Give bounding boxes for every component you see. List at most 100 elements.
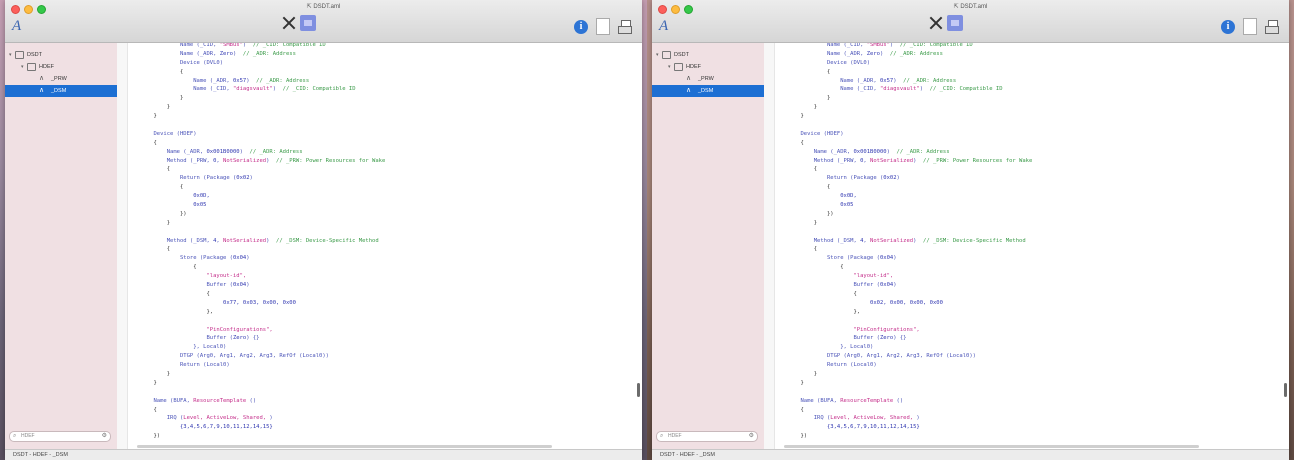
code-line[interactable]: Return (Package (0x02) <box>127 174 634 183</box>
code-line[interactable]: { <box>774 183 1281 192</box>
code-line[interactable]: Name (_ADR, 0x001B0000) // _ADR: Address <box>127 148 634 157</box>
code-line[interactable]: { <box>127 68 634 77</box>
code-line[interactable]: { <box>774 68 1281 77</box>
code-line[interactable]: 0x77, 0x03, 0x00, 0x00 <box>127 299 634 308</box>
code-line[interactable]: { <box>127 263 634 272</box>
vertical-scrollbar[interactable] <box>1283 43 1288 444</box>
code-line[interactable]: { <box>774 406 1281 415</box>
code-line[interactable]: } <box>127 112 634 121</box>
code-line[interactable]: 0x05 <box>774 201 1281 210</box>
code-line[interactable]: { <box>774 290 1281 299</box>
code-line[interactable]: Device (HDEF) <box>774 130 1281 139</box>
code-line[interactable]: } <box>774 219 1281 228</box>
code-line[interactable]: { <box>774 165 1281 174</box>
code-line[interactable] <box>127 228 634 237</box>
code-line[interactable]: "PinConfigurations", <box>127 326 634 335</box>
code-line[interactable]: Name (_CID, "diagsvault") // _CID: Compa… <box>774 85 1281 94</box>
tree-item[interactable]: ▾ HDEF <box>5 61 117 73</box>
code-line[interactable]: {3,4,5,6,7,9,10,11,12,14,15} <box>127 423 634 432</box>
code-line[interactable]: Name (_ADR, 0x57) // _ADR: Address <box>774 77 1281 86</box>
gear-icon[interactable]: ⚙ <box>749 432 754 441</box>
code-line[interactable]: { <box>127 406 634 415</box>
code-line[interactable]: Name (_ADR, Zero) // _ADR: Address <box>127 50 634 59</box>
code-line[interactable]: } <box>774 103 1281 112</box>
code-line[interactable]: } <box>127 370 634 379</box>
search-input[interactable]: HDEF <box>21 432 35 441</box>
compile-tools-icon[interactable] <box>282 15 296 31</box>
code-line[interactable]: Method (_DSM, 4, NotSerialized) // _DSM:… <box>774 237 1281 246</box>
search-field[interactable]: ⌕ HDEF ⚙ <box>9 431 111 442</box>
code-line[interactable]: { <box>127 165 634 174</box>
code-line[interactable]: Return (Package (0x02) <box>774 174 1281 183</box>
code-line[interactable]: }, <box>127 308 634 317</box>
code-line[interactable]: 0x02, 0x00, 0x00, 0x00 <box>774 299 1281 308</box>
code-line[interactable]: { <box>127 290 634 299</box>
code-line[interactable]: } <box>774 94 1281 103</box>
code-line[interactable]: Name (BUFA, ResourceTemplate () <box>127 397 634 406</box>
code-line[interactable]: Store (Package (0x04) <box>774 254 1281 263</box>
code-line[interactable]: { <box>774 263 1281 272</box>
code-line[interactable]: Store (Package (0x04) <box>127 254 634 263</box>
code-line[interactable]: Name (_ADR, 0x001B0000) // _ADR: Address <box>774 148 1281 157</box>
document-icon[interactable] <box>1243 18 1257 35</box>
document-icon[interactable] <box>596 18 610 35</box>
code-text[interactable]: Name (_CID, "SMBus") // _CID: Compatible… <box>774 43 1281 441</box>
code-line[interactable]: DTGP (Arg0, Arg1, Arg2, Arg3, RefOf (Loc… <box>774 352 1281 361</box>
code-line[interactable]: }, <box>774 308 1281 317</box>
print-icon[interactable] <box>1265 19 1279 34</box>
code-line[interactable]: IRQ (Level, ActiveLow, Shared, ) <box>774 414 1281 423</box>
code-line[interactable]: } <box>127 379 634 388</box>
gear-icon[interactable]: ⚙ <box>102 432 107 441</box>
code-line[interactable]: Name (_ADR, Zero) // _ADR: Address <box>774 50 1281 59</box>
code-line[interactable]: Return (Local0) <box>127 361 634 370</box>
code-editor[interactable]: Name (_CID, "SMBus") // _CID: Compatible… <box>127 43 634 444</box>
compile-tools-icon[interactable] <box>929 15 943 31</box>
search-field[interactable]: ⌕ HDEF ⚙ <box>656 431 758 442</box>
scroll-thumb[interactable] <box>137 445 552 448</box>
code-line[interactable] <box>127 388 634 397</box>
code-line[interactable]: }, Local0) <box>774 343 1281 352</box>
code-line[interactable]: } <box>127 219 634 228</box>
patch-icon[interactable] <box>300 15 316 31</box>
code-line[interactable] <box>127 121 634 130</box>
code-line[interactable]: { <box>127 245 634 254</box>
code-line[interactable]: { <box>127 139 634 148</box>
code-line[interactable]: Device (DVL0) <box>127 59 634 68</box>
code-line[interactable]: { <box>127 183 634 192</box>
code-line[interactable]: "layout-id", <box>774 272 1281 281</box>
code-line[interactable]: Buffer (Zero) {} <box>774 334 1281 343</box>
code-line[interactable]: }) <box>774 432 1281 441</box>
code-line[interactable]: 0x0D, <box>127 192 634 201</box>
code-line[interactable]: { <box>774 245 1281 254</box>
scroll-thumb[interactable] <box>1284 383 1287 397</box>
code-editor[interactable]: Name (_CID, "SMBus") // _CID: Compatible… <box>774 43 1281 444</box>
tree-item[interactable]: ∧ _DSM <box>652 85 764 97</box>
code-line[interactable]: "layout-id", <box>127 272 634 281</box>
scroll-thumb[interactable] <box>637 383 640 397</box>
info-icon[interactable]: i <box>574 19 588 34</box>
code-line[interactable]: {3,4,5,6,7,9,10,11,12,14,15} <box>774 423 1281 432</box>
code-line[interactable]: Device (HDEF) <box>127 130 634 139</box>
code-line[interactable]: 0x0D, <box>774 192 1281 201</box>
code-line[interactable]: Buffer (Zero) {} <box>127 334 634 343</box>
code-line[interactable]: Buffer (0x04) <box>774 281 1281 290</box>
code-line[interactable]: 0x05 <box>127 201 634 210</box>
code-line[interactable]: Return (Local0) <box>774 361 1281 370</box>
code-line[interactable] <box>774 121 1281 130</box>
tree-item[interactable]: ∧ _PRW <box>652 73 764 85</box>
code-line[interactable]: Name (_CID, "SMBus") // _CID: Compatible… <box>127 43 634 50</box>
code-line[interactable]: Device (DVL0) <box>774 59 1281 68</box>
font-icon[interactable]: A <box>659 18 668 35</box>
info-icon[interactable]: i <box>1221 19 1235 34</box>
vertical-scrollbar[interactable] <box>636 43 641 444</box>
scroll-thumb[interactable] <box>784 445 1199 448</box>
code-line[interactable]: { <box>774 139 1281 148</box>
code-line[interactable]: }) <box>127 210 634 219</box>
code-line[interactable]: Name (_CID, "diagsvault") // _CID: Compa… <box>127 85 634 94</box>
code-line[interactable]: } <box>774 379 1281 388</box>
code-line[interactable]: Name (_ADR, 0x57) // _ADR: Address <box>127 77 634 86</box>
font-icon[interactable]: A <box>12 18 21 35</box>
code-line[interactable] <box>774 388 1281 397</box>
code-text[interactable]: Name (_CID, "SMBus") // _CID: Compatible… <box>127 43 634 441</box>
patch-icon[interactable] <box>947 15 963 31</box>
